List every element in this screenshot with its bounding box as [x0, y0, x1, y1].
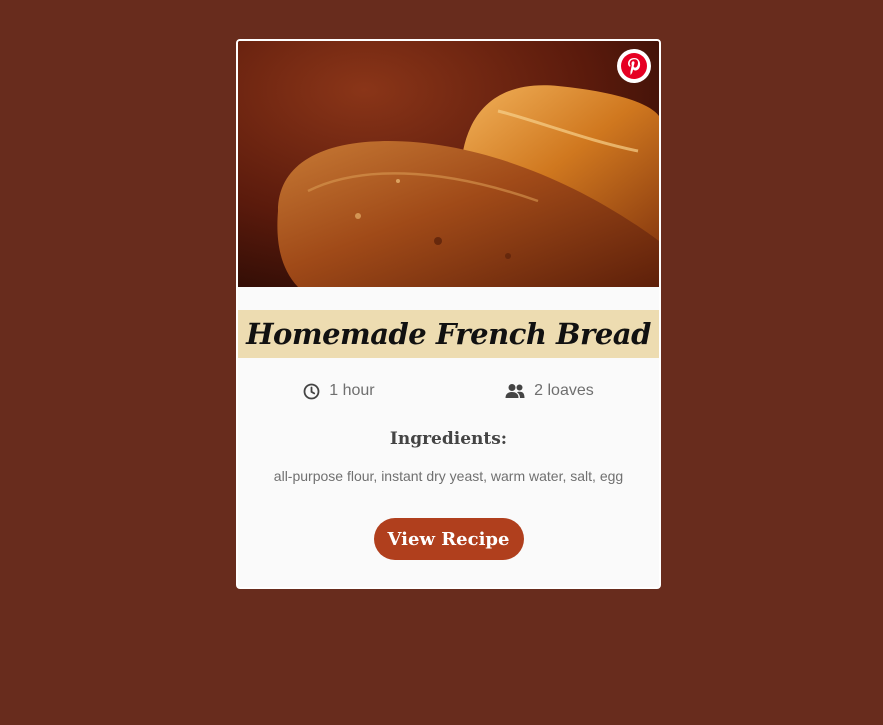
ingredients-list: all-purpose flour, instant dry yeast, wa… — [273, 468, 624, 484]
clock-icon — [303, 383, 320, 400]
cook-time: 1 hour — [303, 382, 375, 400]
title-band: Homemade French Bread — [238, 310, 659, 358]
pinterest-save-button[interactable] — [617, 49, 651, 83]
ingredients-heading: Ingredients: — [389, 429, 508, 449]
recipe-card: Homemade French Bread 1 hour 2 loaves In… — [236, 39, 661, 589]
servings-label: 2 loaves — [534, 382, 594, 399]
cook-time-label: 1 hour — [329, 382, 375, 399]
recipe-title: Homemade French Bread — [246, 317, 651, 351]
view-recipe-button[interactable]: View Recipe — [373, 518, 524, 560]
recipe-meta: 1 hour 2 loaves — [238, 379, 659, 403]
button-wrapper: View Recipe — [238, 518, 659, 560]
pinterest-icon — [621, 53, 647, 79]
people-icon — [505, 383, 525, 399]
servings: 2 loaves — [505, 382, 594, 400]
recipe-photo — [238, 41, 659, 287]
